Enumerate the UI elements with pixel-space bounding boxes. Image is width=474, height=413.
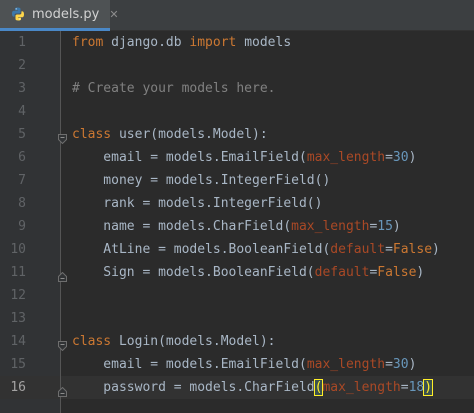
- code-token: max_length: [322, 380, 401, 395]
- fold-close-icon[interactable]: [58, 382, 67, 397]
- code-token: name = models.CharField(: [72, 219, 292, 234]
- code-token: default: [330, 242, 386, 257]
- line-number: 10: [10, 242, 26, 257]
- code-line[interactable]: [61, 100, 474, 123]
- fold-open-icon[interactable]: [58, 129, 67, 145]
- line-number: 5: [18, 127, 26, 142]
- line-number: 16: [10, 380, 26, 395]
- code-token: class: [72, 127, 112, 142]
- code-line[interactable]: rank = models.IntegerField(): [61, 192, 474, 215]
- code-token: max_length: [306, 357, 386, 372]
- code-line[interactable]: AtLine = models.BooleanField(default=Fal…: [61, 238, 474, 261]
- line-number: 11: [10, 265, 26, 280]
- code-token: # Create your models here.: [72, 81, 276, 96]
- code-token: max_length: [306, 150, 386, 165]
- line-number: 13: [10, 311, 26, 326]
- code-token: import: [189, 35, 237, 50]
- text-caret: [432, 379, 434, 396]
- code-token: =: [400, 380, 409, 395]
- code-token: default: [314, 265, 370, 280]
- code-line[interactable]: # Create your models here.: [61, 77, 474, 100]
- code-token: ): [416, 265, 425, 280]
- code-token: class: [72, 334, 112, 349]
- line-number-gutter[interactable]: 1 2 3 4 5 6 7 8 9 10 11 12 13 14 15 16: [0, 31, 61, 413]
- line-number: 8: [18, 196, 26, 211]
- code-token: from: [72, 35, 104, 50]
- fold-close-icon[interactable]: [58, 267, 67, 282]
- code-token: django.db: [103, 35, 190, 50]
- close-icon[interactable]: ✕: [109, 8, 118, 21]
- code-line[interactable]: class Login(models.Model):: [61, 330, 474, 353]
- code-line[interactable]: email = models.EmailField(max_length=30): [61, 146, 474, 169]
- code-line[interactable]: [61, 284, 474, 307]
- line-number: 9: [18, 219, 26, 234]
- code-token: 30: [392, 150, 409, 165]
- line-number: 7: [18, 173, 26, 188]
- code-line[interactable]: Sign = models.BooleanField(default=False…: [61, 261, 474, 284]
- code-token: 18: [408, 380, 425, 395]
- line-number: 6: [18, 150, 26, 165]
- code-line[interactable]: money = models.IntegerField(): [61, 169, 474, 192]
- code-line[interactable]: email = models.EmailField(max_length=30): [61, 353, 474, 376]
- code-line[interactable]: class user(models.Model):: [61, 123, 474, 146]
- code-token: max_length: [291, 219, 370, 234]
- code-line[interactable]: [61, 54, 474, 77]
- code-line[interactable]: [61, 307, 474, 330]
- line-number: 4: [18, 104, 26, 119]
- code-token: models: [236, 35, 292, 50]
- code-token: password = models.CharField: [72, 380, 315, 395]
- tab-bar: models.py ✕: [0, 0, 474, 31]
- code-token: ): [408, 150, 417, 165]
- editor-window: models.py ✕ 1 2 3 4 5 6 7 8 9 10 11 12 13 14 15 16 from…: [0, 0, 474, 413]
- line-number: 12: [10, 288, 26, 303]
- code-token: AtLine = models.BooleanField(: [72, 242, 331, 257]
- line-number: 14: [10, 334, 26, 349]
- code-token: =: [385, 357, 393, 372]
- line-number: 2: [18, 58, 26, 73]
- code-token: False: [377, 265, 417, 280]
- code-token: ): [423, 379, 434, 396]
- code-line[interactable]: from django.db import models: [61, 31, 474, 54]
- fold-open-icon[interactable]: [58, 336, 67, 352]
- line-number: 15: [10, 357, 26, 372]
- code-token: money = models.IntegerField(): [72, 173, 331, 188]
- code-token: Login(models.Model):: [111, 334, 276, 349]
- code-token: 30: [392, 357, 409, 372]
- tab-label: models.py: [32, 6, 100, 22]
- code-token: rank = models.IntegerField(): [72, 196, 323, 211]
- line-number: 1: [18, 35, 26, 50]
- code-editor[interactable]: from django.db import models # Create you…: [61, 31, 474, 413]
- code-token: =: [385, 150, 393, 165]
- line-number: 3: [18, 81, 26, 96]
- code-line[interactable]: password = models.CharField(max_length=1…: [61, 376, 474, 399]
- python-file-icon: [10, 6, 26, 22]
- tab-models-py[interactable]: models.py ✕: [0, 0, 119, 31]
- code-token: user(models.Model):: [111, 127, 268, 142]
- code-token: ): [432, 242, 440, 257]
- code-line[interactable]: name = models.CharField(max_length=15): [61, 215, 474, 238]
- code-token: =: [385, 242, 393, 257]
- code-token: 15: [377, 219, 393, 234]
- code-token: Sign = models.BooleanField(: [72, 265, 315, 280]
- code-token: email = models.EmailField(: [72, 357, 307, 372]
- code-token: ): [408, 357, 417, 372]
- code-token: email = models.EmailField(: [72, 150, 307, 165]
- code-token: False: [392, 242, 433, 257]
- code-token: ): [392, 219, 401, 234]
